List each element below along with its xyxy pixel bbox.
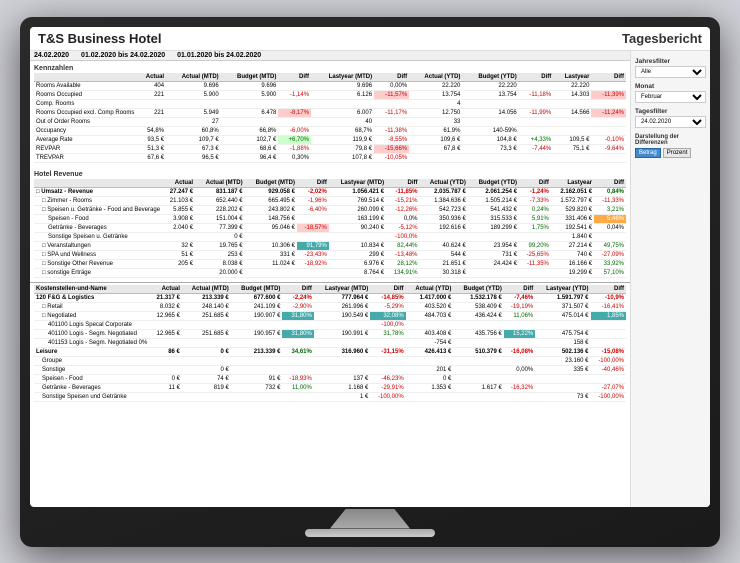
col-diff2: Diff: [386, 179, 419, 188]
col-lastyear2: Lastyear (YTD): [535, 285, 590, 294]
col-actual-mtd: Actual (MTD): [166, 73, 221, 82]
table-row: REVPAR 51,3 € 67,3 € 68,6 € -1,88% 79,8 …: [34, 144, 626, 153]
date-single: 24.02.2020: [34, 52, 69, 59]
table-row: Sonstige Speisen und Getränke 1 € -100,0…: [34, 392, 626, 401]
jahresfilter-label: Jahresfilter: [635, 58, 706, 65]
col-actual: Actual: [149, 285, 182, 294]
table-row: □ SPA und Wellness 51 € 253 € 331 € -23,…: [34, 250, 626, 259]
col-diff1: Diff: [297, 179, 329, 188]
col-diff3: Diff: [519, 179, 551, 188]
hotel-revenue-title: Hotel Revenue: [34, 171, 626, 178]
table-row: □ Zimmer - Rooms 21.103 € 652.440 € 665.…: [34, 196, 626, 205]
table-row: 401153 Logis - Segm. Negotiated 0% -754 …: [34, 338, 626, 347]
col-diff2: Diff: [374, 73, 409, 82]
hotel-revenue-table: Actual Actual (MTD) Budget (MTD) Diff La…: [34, 179, 626, 278]
col-budget-mtd: Budget (MTD): [221, 73, 279, 82]
table-row: Speisen - Food 3.908 € 151.004 € 148.756…: [34, 214, 626, 223]
date-bar: 24.02.2020 01.02.2020 bis 24.02.2020 01.…: [30, 51, 630, 61]
content-area: 24.02.2020 01.02.2020 bis 24.02.2020 01.…: [30, 51, 710, 507]
table-row: □ Negotiated 12.965 € 251.685 € 190.907 …: [34, 311, 626, 320]
table-row: Average Rate 93,5 € 109,7 € 102,7 € +6,7…: [34, 135, 626, 144]
table-row: TREVPAR 67,6 € 96,5 € 96,4 € 0,30% 107,8…: [34, 153, 626, 162]
col-name: [34, 179, 162, 188]
monitor-base: [305, 529, 435, 537]
table-row: □ Veranstaltungen 32 € 19.765 € 10.306 €…: [34, 241, 626, 250]
col-diff4: Diff: [591, 285, 626, 294]
col-lastyear: Lastyear (MTD): [311, 73, 374, 82]
table-row: 120 F&G & Logistics 21.317 € 213.339 € 6…: [34, 293, 626, 302]
table-row: □ sonstige Erträge 20.000 € 8.764 € 134,…: [34, 268, 626, 277]
hotel-revenue-section: Hotel Revenue Actual Actual (MTD) Budget…: [30, 167, 630, 280]
table-row: Leisure 86 € 0 € 213.339 € 34,61% 316.96…: [34, 347, 626, 356]
report-title: Tagesbericht: [622, 31, 702, 46]
col-diff3: Diff: [519, 73, 553, 82]
hotel-title: T&S Business Hotel: [38, 31, 162, 46]
screen: T&S Business Hotel Tagesbericht 24.02.20…: [30, 27, 710, 507]
table-row: Rooms Occupied excl. Comp Rooms 221 5.94…: [34, 108, 626, 117]
col-diff1: Diff: [278, 73, 311, 82]
sidebar: Jahresfilter Alle Monat Februar Tagesfil…: [630, 51, 710, 507]
col-actual-mtd: Actual (MTD): [182, 285, 231, 294]
kennzahlen-table: Actual Actual (MTD) Budget (MTD) Diff La…: [34, 73, 626, 163]
monitor: T&S Business Hotel Tagesbericht 24.02.20…: [20, 17, 720, 547]
kennzahlen-title: Kennzahlen: [34, 65, 626, 72]
table-row: 401100 Logis - Segm. Negotiated 12.965 €…: [34, 329, 626, 338]
table-row: Getränke - Beverages 2.040 € 77.399 € 95…: [34, 223, 626, 232]
main-area: 24.02.2020 01.02.2020 bis 24.02.2020 01.…: [30, 51, 630, 507]
col-diff4: Diff: [594, 179, 626, 188]
tagesfilter-label: Tagesfilter: [635, 108, 706, 115]
col-budget-mtd: Budget (MTD): [231, 285, 283, 294]
col-actual-ytd: Actual (YTD): [409, 73, 462, 82]
table-row: Sonstige Speisen u. Getränke 0 € -100,0%: [34, 232, 626, 241]
col-lastyear2: Lastyear: [553, 73, 591, 82]
table-row: Sonstige 0 € 201 € 0,00% 335 €: [34, 365, 626, 374]
col-lastyear: Lastyear (MTD): [314, 285, 370, 294]
col-diff3: Diff: [504, 285, 535, 294]
col-actual: Actual: [162, 179, 195, 188]
kostenstellen-section: Kostenstellen-und-Name Actual Actual (MT…: [30, 282, 630, 404]
table-row: Rooms Available 404 9.696 9.696 9.696 0,…: [34, 81, 626, 90]
table-row: □ Retail 8.032 € 248.140 € 241.109 € -2,…: [34, 302, 626, 311]
col-diff4: Diff: [591, 73, 626, 82]
monat-select[interactable]: Februar: [635, 91, 706, 103]
table-row: □ Speisen u. Getränke - Food and Beverag…: [34, 205, 626, 214]
table-row: Comp. Rooms 4: [34, 99, 626, 108]
col-name: [34, 73, 136, 82]
col-budget-ytd: Budget (YTD): [462, 73, 518, 82]
col-lastyear2: Lastyear: [551, 179, 594, 188]
table-row: Occupancy 54,8% 60,8% 66,8% -6,00% 68,7%…: [34, 126, 626, 135]
kostenstellen-table: Kostenstellen-und-Name Actual Actual (MT…: [34, 285, 626, 402]
table-row: Out of Order Rooms 27 40 33: [34, 117, 626, 126]
darstellung-buttons: Betrag Prozent: [635, 148, 706, 158]
monitor-stand: [330, 509, 410, 529]
col-actual: Actual: [136, 73, 166, 82]
col-budget-mtd: Budget (MTD): [245, 179, 297, 188]
darstellung-label: Darstellung der Differenzen: [635, 134, 706, 146]
table-row: Rooms Occupied 221 5.900 5.900 -1,14% 6.…: [34, 90, 626, 99]
col-kostenst-name: Kostenstellen-und-Name: [34, 285, 149, 294]
table-row: Getränke - Beverages 11 € 819 € 732 € 11…: [34, 383, 626, 392]
col-actual-mtd: Actual (MTD): [195, 179, 245, 188]
monat-label: Monat: [635, 83, 706, 90]
table-row: □ Umsatz - Revenue 27.247 € 831.187 € 92…: [34, 187, 626, 196]
btn-prozent[interactable]: Prozent: [663, 148, 692, 158]
table-row: □ Sonstige Other Revenue 205 € 8.038 € 1…: [34, 259, 626, 268]
col-actual-ytd: Actual (YTD): [420, 179, 468, 188]
col-diff1: Diff: [282, 285, 313, 294]
date-range-mtd: 01.02.2020 bis 24.02.2020: [81, 52, 165, 59]
col-diff2: Diff: [370, 285, 405, 294]
table-row: Groupe 23.160 €: [34, 356, 626, 365]
col-lastyear: Lastyear (MTD): [329, 179, 386, 188]
table-row: Speisen - Food 0 € 74 € 91 € -18,93% 137…: [34, 374, 626, 383]
col-budget-ytd: Budget (YTD): [468, 179, 519, 188]
btn-betrag[interactable]: Betrag: [635, 148, 661, 158]
header: T&S Business Hotel Tagesbericht: [30, 27, 710, 51]
tagesfilter-select[interactable]: 24.02.2020: [635, 116, 706, 128]
col-budget-ytd: Budget (YTD): [453, 285, 503, 294]
date-range-ytd: 01.01.2020 bis 24.02.2020: [177, 52, 261, 59]
jahresfilter-select[interactable]: Alle: [635, 66, 706, 78]
table-row: 401100 Logis Specal Corporate -100,0%: [34, 320, 626, 329]
kennzahlen-section: Kennzahlen Actual Actual (MTD) Budget (M…: [30, 61, 630, 165]
col-actual-ytd: Actual (YTD): [406, 285, 454, 294]
